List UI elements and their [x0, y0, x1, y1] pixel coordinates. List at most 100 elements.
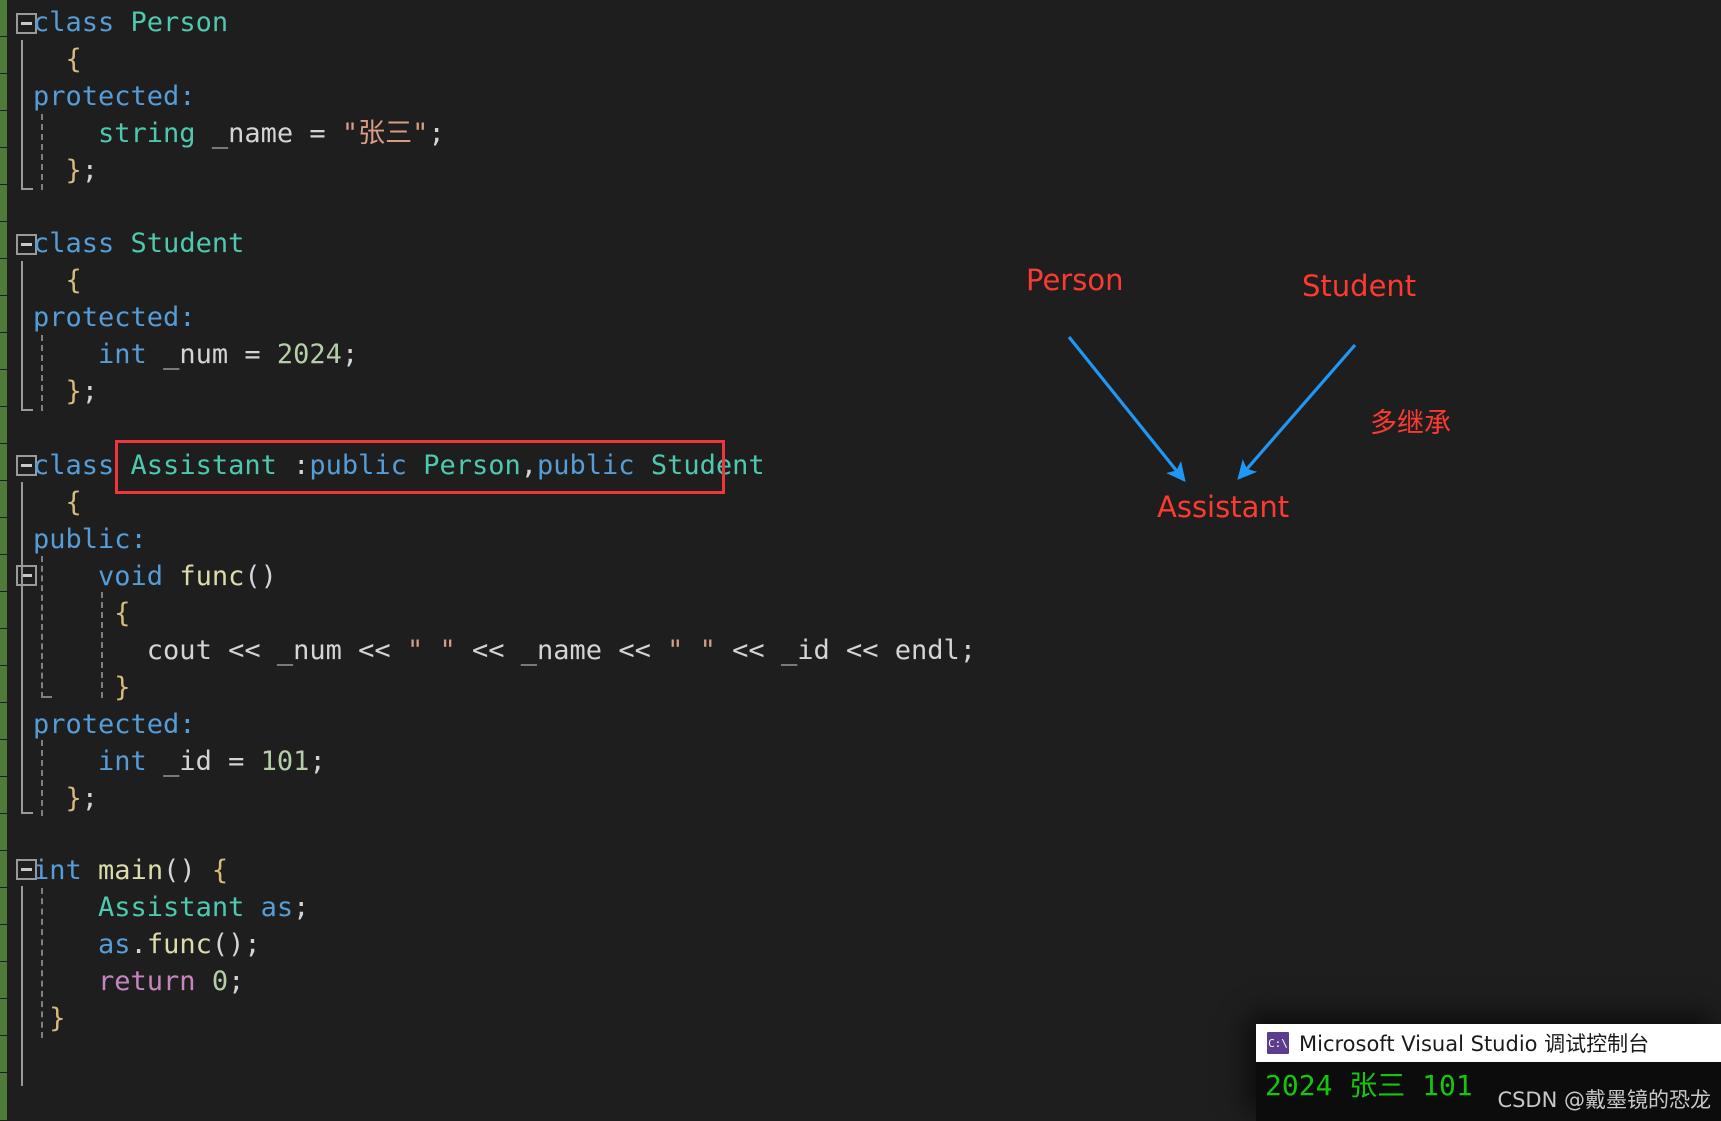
token-string-literal-zhangsan: "张三": [341, 118, 429, 149]
token-var-as: as: [260, 892, 294, 923]
code-line-5[interactable]: };: [33, 153, 99, 189]
console-output-text: 2024 张三 101: [1265, 1069, 1473, 1102]
annotation-label-person: Person: [1026, 263, 1124, 297]
token-keyword-class: class: [33, 450, 115, 481]
token-function-func: func: [179, 561, 245, 592]
token-brace-open: {: [65, 487, 82, 518]
token-number-101: 101: [260, 746, 310, 777]
scope-guide-main: [21, 886, 23, 1086]
token-op-assign: =: [228, 746, 245, 777]
code-line-28[interactable]: }: [33, 1001, 66, 1037]
watermark-text: CSDN @戴墨镜的恐龙: [1497, 1088, 1711, 1112]
code-line-7[interactable]: class Student: [33, 226, 244, 262]
token-var-num: _num: [163, 339, 229, 370]
token-dot: .: [130, 929, 147, 960]
token-parens: (): [211, 929, 245, 960]
token-semicolon: ;: [293, 892, 310, 923]
token-shift-op: <<: [472, 635, 505, 666]
token-access-protected: protected:: [33, 302, 196, 333]
token-brace-open: {: [211, 855, 229, 886]
code-line-9[interactable]: protected:: [33, 300, 196, 336]
code-line-20[interactable]: protected:: [33, 707, 196, 743]
console-icon: C:\: [1267, 1032, 1289, 1054]
token-type-person: Person: [130, 7, 229, 38]
token-var-id: _id: [163, 746, 212, 777]
token-parens: (): [244, 561, 277, 592]
token-var-as: as: [98, 929, 131, 960]
scope-guide-student: [21, 261, 33, 411]
code-lines[interactable]: class Person { protected: string _name =…: [21, 0, 1721, 1121]
annotation-label-student: Student: [1302, 269, 1417, 303]
token-keyword-int: int: [98, 746, 147, 777]
token-number-2024: 2024: [276, 339, 342, 370]
code-line-27[interactable]: return 0;: [33, 964, 244, 1000]
token-semicolon: ;: [428, 118, 445, 149]
token-access-protected: protected:: [33, 81, 196, 112]
token-var-cout: cout: [146, 635, 212, 666]
code-line-24[interactable]: int main() {: [33, 853, 228, 889]
code-line-8[interactable]: {: [33, 263, 82, 299]
code-line-22[interactable]: };: [33, 781, 99, 817]
token-brace-open: {: [65, 265, 82, 296]
scope-guide-assistant: [21, 482, 33, 814]
token-access-public: public:: [33, 524, 147, 555]
code-line-2[interactable]: {: [33, 42, 82, 78]
token-function-main: main: [98, 855, 164, 886]
token-semicolon: ;: [81, 376, 99, 407]
code-editor-surface[interactable]: class Person { protected: string _name =…: [0, 0, 1721, 1121]
code-line-16[interactable]: void func(): [33, 559, 277, 595]
token-brace-close: }: [49, 1003, 66, 1034]
token-op-assign: =: [244, 339, 261, 370]
code-line-11[interactable]: };: [33, 374, 99, 410]
annotation-label-multiple-inheritance: 多继承: [1370, 408, 1451, 439]
token-string-space: " ": [667, 635, 716, 666]
token-var-id: _id: [780, 635, 830, 666]
token-op-assign: =: [309, 118, 326, 149]
token-shift-op: <<: [228, 635, 261, 666]
token-parens: (): [163, 855, 196, 886]
console-title-bar[interactable]: C:\ Microsoft Visual Studio 调试控制台: [1256, 1024, 1721, 1062]
token-var-endl: endl: [894, 635, 960, 666]
token-brace-close: }: [114, 672, 131, 703]
token-shift-op: <<: [732, 635, 765, 666]
token-keyword-void: void: [98, 561, 164, 592]
token-type-string: string: [98, 118, 196, 149]
editor-gutter[interactable]: [7, 0, 37, 1121]
code-line-26[interactable]: as.func();: [33, 927, 261, 963]
code-line-10[interactable]: int _num = 2024;: [33, 337, 358, 373]
code-line-1[interactable]: class Person: [33, 5, 228, 41]
code-line-14[interactable]: {: [33, 485, 82, 521]
code-line-25[interactable]: Assistant as;: [33, 890, 309, 926]
inheritance-list-highlight-box: [115, 440, 725, 494]
token-semicolon: ;: [959, 635, 977, 666]
code-line-17[interactable]: {: [33, 596, 130, 632]
token-shift-op: <<: [618, 635, 651, 666]
code-line-18[interactable]: cout << _num << " " << _name << " " << _…: [33, 633, 976, 669]
token-number-0: 0: [211, 966, 229, 997]
token-brace-open: {: [65, 44, 82, 75]
token-semicolon: ;: [81, 155, 99, 186]
token-keyword-return: return: [98, 966, 196, 997]
token-semicolon: ;: [341, 339, 359, 370]
code-line-21[interactable]: int _id = 101;: [33, 744, 326, 780]
token-shift-op: <<: [358, 635, 391, 666]
token-shift-op: <<: [845, 635, 879, 666]
token-brace-close: }: [65, 376, 82, 407]
change-bar: [0, 0, 7, 1121]
token-function-func: func: [146, 929, 212, 960]
token-string-space: " ": [406, 635, 456, 666]
scope-guide-person: [21, 40, 33, 190]
token-keyword-int: int: [98, 339, 147, 370]
token-var-num: _num: [276, 635, 342, 666]
token-var-name: _name: [520, 635, 603, 666]
token-semicolon: ;: [228, 966, 245, 997]
code-line-3[interactable]: protected:: [33, 79, 196, 115]
code-line-19[interactable]: }: [33, 670, 131, 706]
code-line-4[interactable]: string _name = "张三";: [33, 116, 445, 152]
code-line-15[interactable]: public:: [33, 522, 147, 558]
token-brace-close: }: [65, 155, 82, 186]
console-output-area[interactable]: 2024 张三 101 CSDN @戴墨镜的恐龙: [1256, 1062, 1721, 1121]
token-brace-close: }: [65, 783, 82, 814]
debug-console-window[interactable]: C:\ Microsoft Visual Studio 调试控制台 2024 张…: [1256, 1024, 1721, 1121]
token-semicolon: ;: [244, 929, 261, 960]
